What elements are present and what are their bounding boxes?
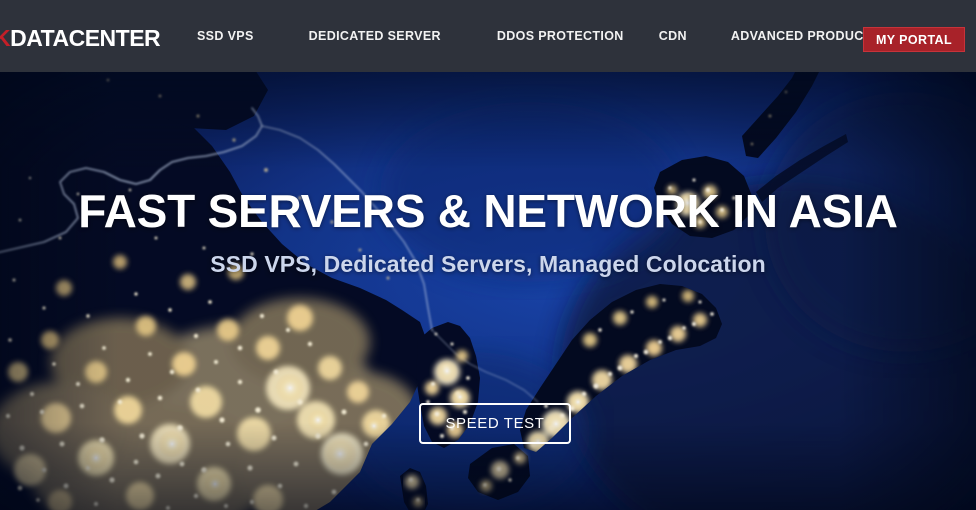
my-portal-button[interactable]: MY PORTAL [863,27,965,52]
nav-label: SSD VPS [197,29,254,43]
nav-label: DDOS PROTECTION [496,29,624,43]
logo-k-mark: K [0,25,11,51]
nav-item-ddos-protection[interactable]: DDOS PROTECTION [497,25,624,47]
my-portal-label: MY PORTAL [875,32,953,47]
nav-item-cdn[interactable]: CDN [659,25,687,47]
nav-label: DEDICATED SERVER [308,29,441,43]
page-root: KDATACENTER SSD VPS DEDICATED SERVER DDO… [0,0,976,510]
main-navigation: SSD VPS DEDICATED SERVER DDOS PROTECTION… [197,0,903,72]
hero-background-satellite-image [0,72,976,510]
speed-test-label: SPEED TEST [445,415,545,432]
nav-label: ADVANCED PRODUCTS [730,29,881,43]
nav-item-dedicated-server[interactable]: DEDICATED SERVER [309,25,441,47]
site-logo[interactable]: KDATACENTER [0,25,161,51]
logo-wordmark: DATACENTER [10,25,161,51]
nav-label: CDN [658,29,687,43]
speed-test-button[interactable]: SPEED TEST [419,403,571,444]
hero-section: FAST SERVERS & NETWORK IN ASIA SSD VPS, … [0,72,976,510]
site-header: KDATACENTER SSD VPS DEDICATED SERVER DDO… [0,0,976,72]
nav-item-ssd-vps[interactable]: SSD VPS [197,25,254,47]
